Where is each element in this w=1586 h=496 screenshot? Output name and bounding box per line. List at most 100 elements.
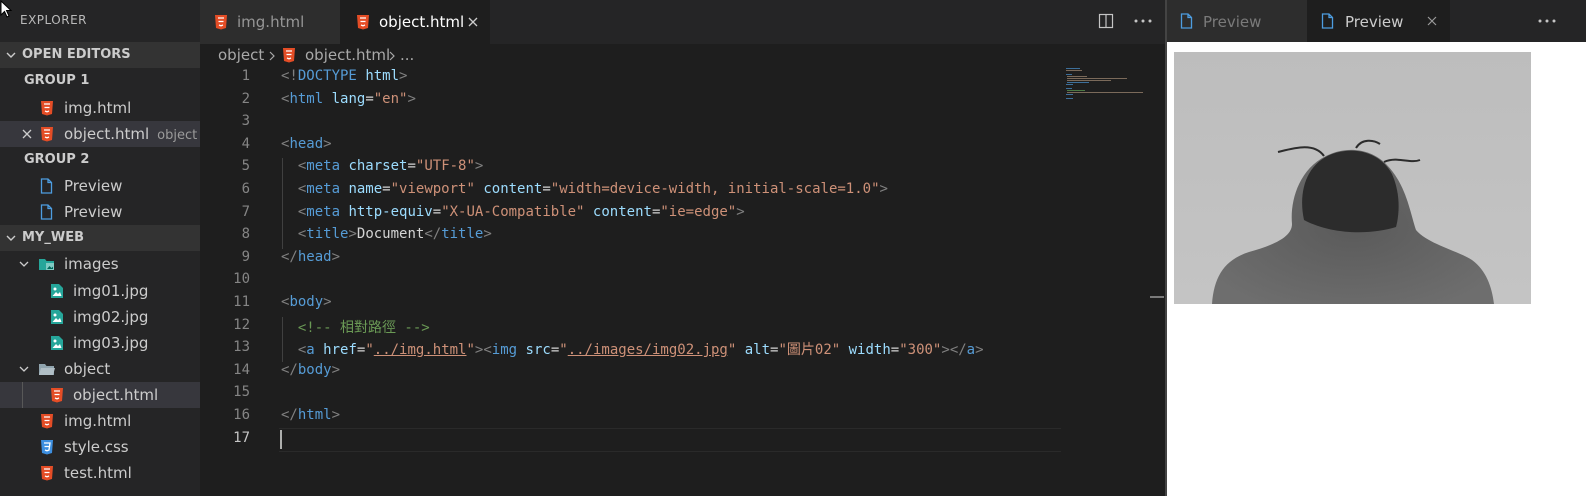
tree-file-img-html[interactable]: img.html: [0, 408, 200, 434]
tab-preview-2[interactable]: Preview: [1307, 0, 1450, 42]
css3-icon: [41, 440, 53, 455]
tree-file-object-html[interactable]: object.html: [0, 382, 200, 408]
breadcrumb-more[interactable]: ...: [400, 46, 414, 64]
group-1-label: GROUP 1: [24, 73, 90, 88]
code-token: head: [289, 135, 324, 152]
code-token: ../images/img02.jpg: [567, 342, 728, 359]
workspace-header[interactable]: MY_WEB: [0, 225, 200, 251]
code-token: http-equiv: [348, 203, 433, 220]
code-line: </body>: [281, 362, 340, 378]
code-token: =: [382, 181, 391, 197]
tree-folder-object[interactable]: object: [0, 356, 200, 382]
close-icon[interactable]: [467, 16, 479, 28]
line-number: 15: [233, 384, 250, 401]
preview-photo-link[interactable]: [1174, 52, 1531, 304]
code-token: head: [297, 248, 332, 265]
open-editor-label: img.html: [64, 99, 132, 117]
tree-file-test-html[interactable]: test.html: [0, 460, 200, 486]
html5-icon: [41, 101, 53, 116]
line-number: 1: [241, 68, 250, 84]
code-token: <: [483, 342, 492, 359]
vertical-scrollbar[interactable]: [1150, 66, 1164, 496]
tree-file-style-css[interactable]: style.css: [0, 434, 200, 460]
tab-preview-1[interactable]: Preview: [1167, 0, 1307, 42]
code-line: <head>: [281, 136, 332, 152]
breadcrumb-file[interactable]: object.html: [305, 46, 390, 64]
chevron-down-icon: [19, 366, 29, 372]
code-token: >: [975, 342, 984, 359]
code-editor[interactable]: <!DOCTYPE html> <html lang="en"> <head> <m…: [279, 66, 1061, 496]
tree-file-img03[interactable]: img03.jpg: [0, 330, 200, 356]
code-token: "en": [373, 90, 408, 107]
open-editor-img-html[interactable]: img.html: [0, 95, 200, 121]
image-file-icon: [51, 284, 63, 298]
code-line: <title>Document</title>: [281, 226, 492, 242]
tab-object-html[interactable]: object.html: [340, 0, 490, 44]
tab-img-html[interactable]: img.html: [200, 0, 340, 44]
code-token: <!: [281, 68, 298, 84]
code-token: "ie=edge": [660, 203, 737, 220]
line-number: 9: [241, 248, 250, 265]
code-token: "width=device-width, initial-scale=1.0": [550, 181, 880, 197]
tree-item-label: test.html: [64, 464, 132, 482]
code-token: =: [432, 203, 442, 220]
tree-file-img02[interactable]: img02.jpg: [0, 304, 200, 330]
open-editors-label: OPEN EDITORS: [22, 47, 131, 62]
indent-guide: [282, 316, 283, 362]
open-editor-object-html[interactable]: object.html object: [0, 121, 200, 147]
code-token: ": [365, 342, 374, 359]
code-token: =: [890, 342, 900, 359]
code-token: body: [297, 361, 332, 378]
html5-icon: [215, 15, 227, 30]
close-icon[interactable]: [1426, 15, 1438, 27]
tree-item-label: object.html: [73, 386, 159, 404]
open-editor-preview-1[interactable]: Preview: [0, 173, 200, 199]
code-token: </: [424, 226, 442, 243]
tree-item-label: images: [64, 255, 119, 273]
minimap-preview: [1066, 68, 1143, 99]
tree-item-label: img01.jpg: [73, 282, 149, 300]
file-icon: [40, 204, 53, 220]
open-editor-description: object: [157, 128, 198, 143]
breadcrumb-folder[interactable]: object: [218, 46, 264, 64]
file-icon: [1321, 13, 1334, 29]
code-token: Document: [356, 226, 425, 243]
workspace-label: MY_WEB: [22, 230, 84, 245]
open-editor-label-wrap: object.html object: [64, 125, 197, 143]
line-number: 13: [233, 339, 250, 356]
mouse-pointer-icon: [0, 0, 13, 18]
open-editor-label: Preview: [64, 203, 123, 221]
tree-item-label: img.html: [64, 412, 132, 430]
split-editor-icon[interactable]: [1098, 13, 1114, 29]
code-token: img: [491, 342, 518, 359]
open-editor-preview-2[interactable]: Preview: [0, 199, 200, 225]
code-line: <a href="../img.html"><img src="../image…: [281, 339, 984, 359]
code-token: charset: [348, 158, 408, 175]
code-token: alt: [744, 342, 771, 359]
line-number: 2: [241, 90, 250, 107]
tree-item-label: img03.jpg: [73, 334, 149, 352]
open-editors-header[interactable]: OPEN EDITORS: [0, 42, 200, 68]
more-actions-icon[interactable]: [1538, 19, 1556, 23]
code-token: body: [289, 294, 324, 310]
minimap[interactable]: [1063, 66, 1150, 496]
tab-label: Preview: [1345, 13, 1404, 31]
group-2-header[interactable]: GROUP 2: [0, 147, 200, 173]
code-token: a: [966, 342, 976, 359]
close-icon[interactable]: [21, 128, 33, 140]
group-1-header[interactable]: GROUP 1: [0, 68, 200, 94]
code-token: src: [525, 342, 551, 359]
code-token: html: [297, 407, 332, 423]
code-token: =: [407, 158, 416, 175]
code-line: </html>: [281, 407, 340, 423]
more-actions-icon[interactable]: [1134, 19, 1152, 23]
tree-folder-images[interactable]: images: [0, 251, 200, 277]
line-number: 7: [241, 203, 250, 220]
tree-item-label: img02.jpg: [73, 308, 149, 326]
line-number: 4: [241, 135, 250, 152]
tree-file-img01[interactable]: img01.jpg: [0, 278, 200, 304]
